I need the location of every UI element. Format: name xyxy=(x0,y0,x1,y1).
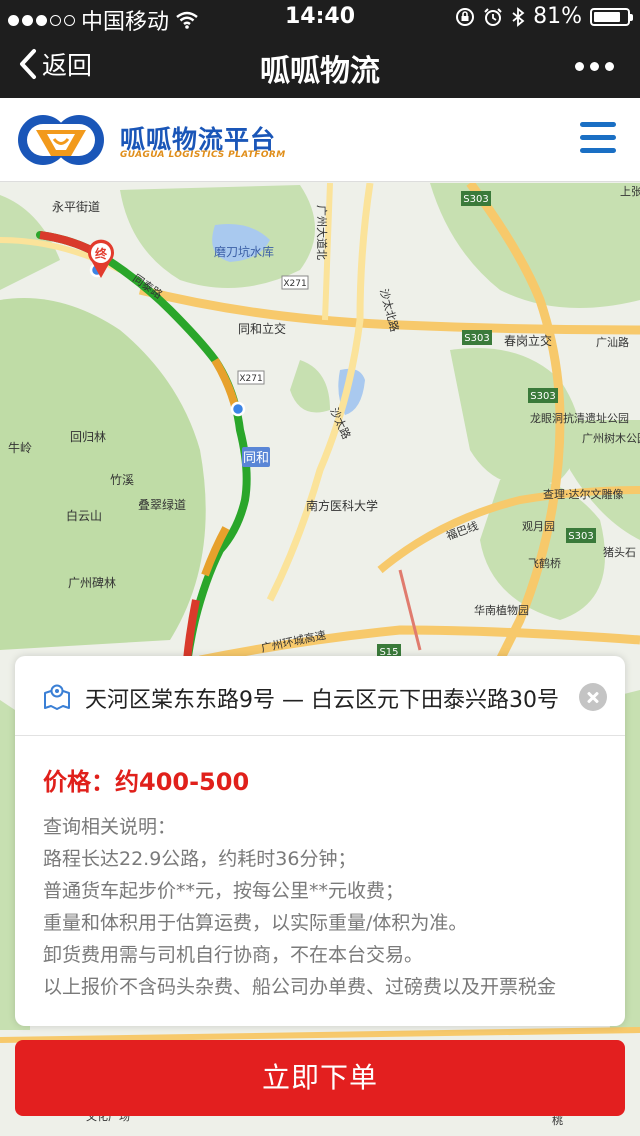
svg-text:南方医科大学: 南方医科大学 xyxy=(306,498,378,513)
close-circle-icon[interactable] xyxy=(579,683,607,711)
svg-text:白云山: 白云山 xyxy=(66,508,102,523)
hamburger-menu-icon[interactable] xyxy=(580,122,616,153)
status-right: 81% xyxy=(455,4,633,29)
svg-text:X271: X271 xyxy=(239,374,262,384)
price-label: 价格：约400-500 xyxy=(43,768,250,796)
bluetooth-icon xyxy=(512,6,525,27)
svg-text:竹溪: 竹溪 xyxy=(110,473,134,487)
svg-text:广州大道北: 广州大道北 xyxy=(315,205,329,260)
brand-subtitle: GUAGUA LOGISTICS PLATFORM xyxy=(120,150,286,160)
svg-text:S303: S303 xyxy=(530,391,555,402)
svg-text:叠翠绿道: 叠翠绿道 xyxy=(138,497,186,512)
location-dot-icon xyxy=(230,401,246,417)
svg-text:S303: S303 xyxy=(464,333,489,344)
svg-text:观月园: 观月园 xyxy=(522,520,555,533)
svg-text:回归林: 回归林 xyxy=(70,430,106,444)
map-route-icon xyxy=(44,684,70,710)
rotation-lock-icon xyxy=(456,7,475,26)
svg-text:上张: 上张 xyxy=(620,185,640,198)
svg-text:飞鹤桥: 飞鹤桥 xyxy=(528,556,561,570)
svg-text:广州碑林: 广州碑林 xyxy=(68,575,116,590)
battery-percent: 81% xyxy=(533,4,582,29)
more-dots-icon[interactable] xyxy=(575,62,614,71)
battery-fill xyxy=(594,11,620,22)
route-row: 天河区棠东东路9号 — 白云区元下田泰兴路30号 xyxy=(15,656,625,736)
alarm-icon xyxy=(484,7,502,26)
svg-text:永平街道: 永平街道 xyxy=(52,200,100,214)
notes-heading: 查询相关说明： xyxy=(43,816,177,838)
svg-text:广汕路: 广汕路 xyxy=(596,336,629,349)
order-now-button[interactable]: 立即下单 xyxy=(15,1040,625,1116)
svg-text:磨刀坑水库: 磨刀坑水库 xyxy=(214,244,274,259)
svg-text:查理·达尔文雕像: 查理·达尔文雕像 xyxy=(543,487,624,501)
route-info-card: 天河区棠东东路9号 — 白云区元下田泰兴路30号 价格：约400-500 查询相… xyxy=(15,656,625,1026)
svg-text:广州树木公园: 广州树木公园 xyxy=(582,431,640,445)
svg-text:牛岭: 牛岭 xyxy=(8,440,32,455)
svg-text:同和立交: 同和立交 xyxy=(238,321,286,336)
brand-logo xyxy=(18,115,104,165)
nav-bar: 返回 呱呱物流 xyxy=(0,34,640,98)
note-line: 卸货费用需与司机自行协商，不在本台交易。 xyxy=(43,944,424,966)
note-line: 路程长达22.9公路，约耗时36分钟； xyxy=(43,848,357,870)
svg-text:S303: S303 xyxy=(568,531,593,542)
svg-text:春岗立交: 春岗立交 xyxy=(504,333,552,348)
note-line: 普通货车起步价**元，按每公里**元收费； xyxy=(43,880,405,902)
notes: 查询相关说明： 路程长达22.9公路，约耗时36分钟； 普通货车起步价**元，按… xyxy=(43,811,613,1003)
note-line: 重量和体积用于估算运费，以实际重量/体积为准。 xyxy=(43,912,468,934)
map-label: 同和 xyxy=(243,451,269,466)
brand-header: 呱呱物流平台 GUAGUA LOGISTICS PLATFORM xyxy=(0,98,640,182)
status-bar: 中国移动 14:40 81% xyxy=(0,0,640,35)
svg-text:华南植物园: 华南植物园 xyxy=(474,603,529,617)
route-text: 天河区棠东东路9号 — 白云区元下田泰兴路30号 xyxy=(85,688,559,713)
note-line: 以上报价不含码头杂费、船公司办单费、过磅费以及开票税金 xyxy=(43,976,557,998)
svg-text:X271: X271 xyxy=(283,279,306,289)
svg-text:猪头石: 猪头石 xyxy=(603,546,636,559)
svg-text:S303: S303 xyxy=(463,194,488,205)
svg-text:终: 终 xyxy=(95,246,108,261)
battery-icon xyxy=(590,7,633,26)
page-title: 呱呱物流 xyxy=(260,54,380,89)
svg-text:龙眼洞抗清遗址公园: 龙眼洞抗清遗址公园 xyxy=(530,411,629,425)
